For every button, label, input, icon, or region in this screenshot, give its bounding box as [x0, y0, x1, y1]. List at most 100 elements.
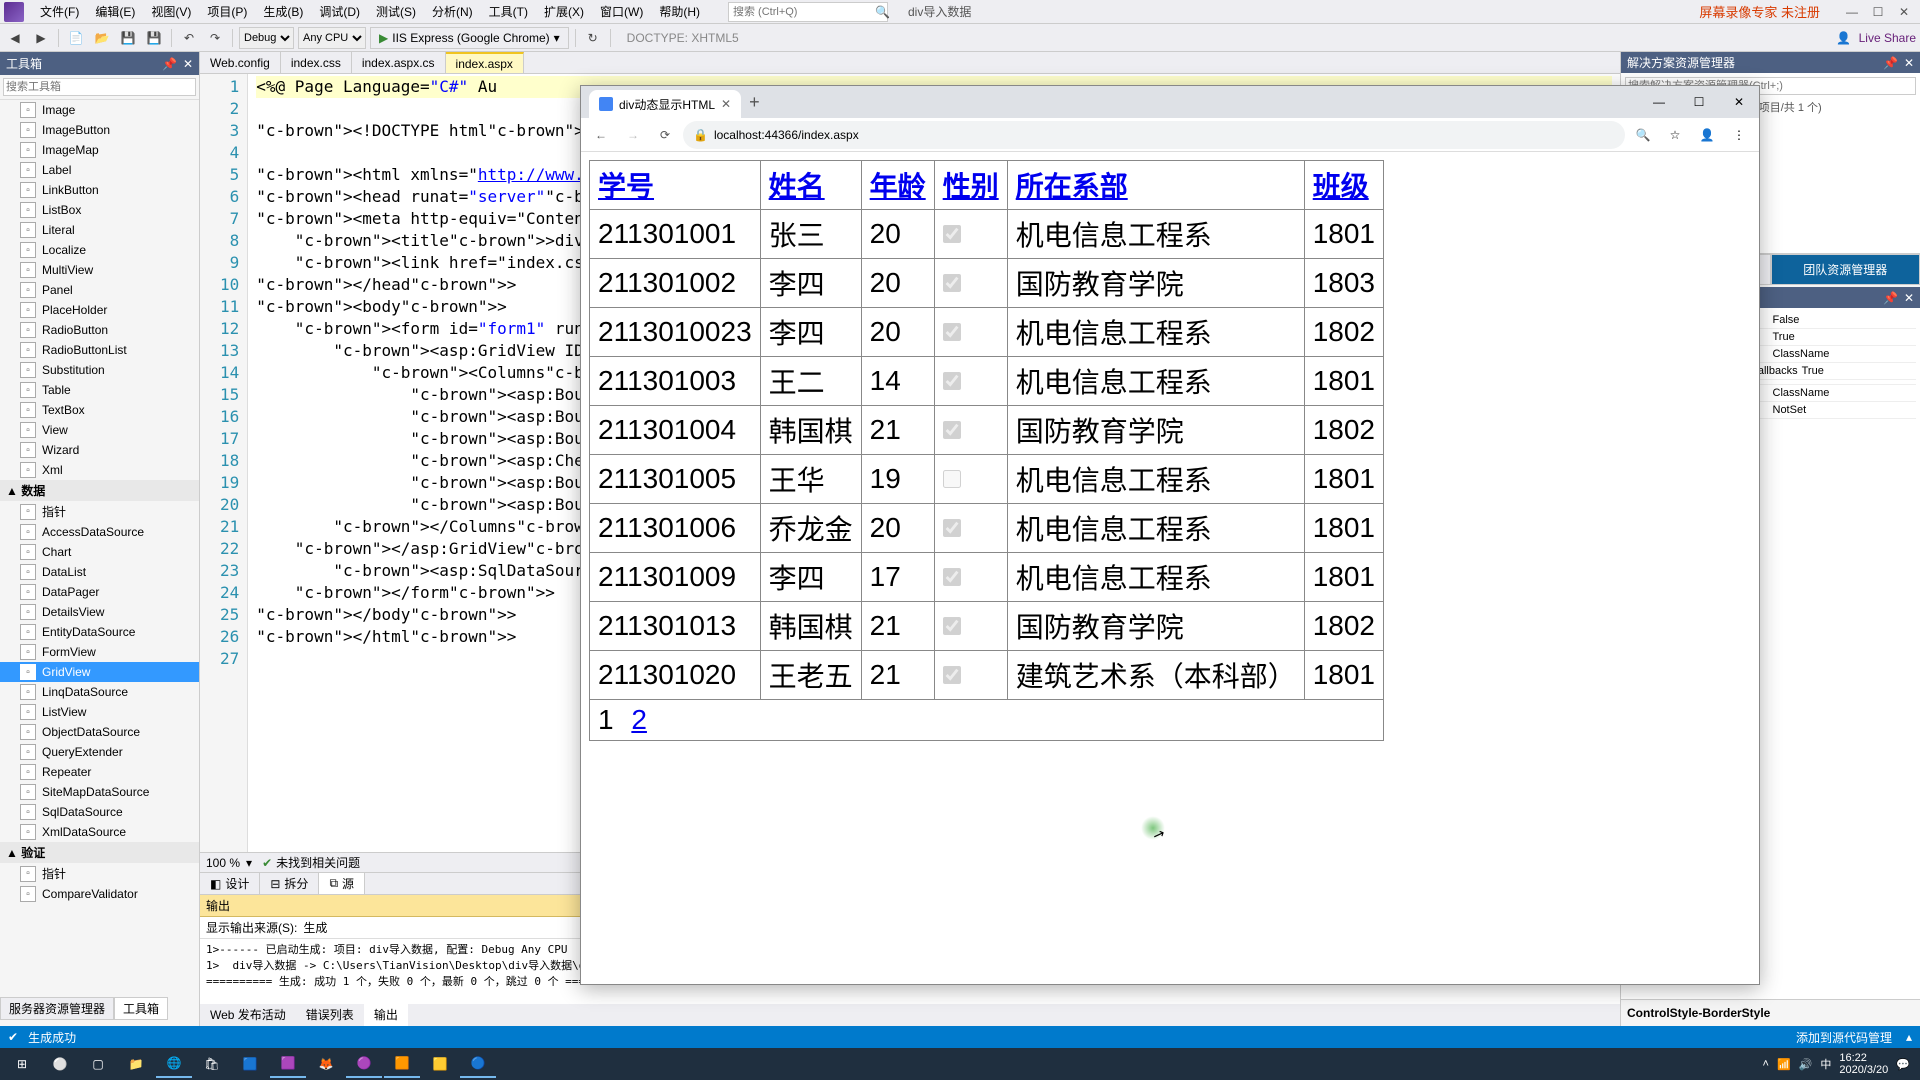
tab-close-icon[interactable]: ✕: [721, 97, 731, 111]
toolbox-item[interactable]: ▫Localize: [0, 240, 199, 260]
tray-up-icon[interactable]: ˄: [1763, 1058, 1769, 1070]
toolbox-item[interactable]: ▫QueryExtender: [0, 742, 199, 762]
team-explorer-tab[interactable]: 团队资源管理器: [1771, 254, 1920, 285]
table-header[interactable]: 班级: [1304, 161, 1383, 210]
new-button[interactable]: 📄: [65, 27, 87, 49]
close-icon[interactable]: ✕: [1904, 56, 1914, 70]
app-icon[interactable]: 🟪: [270, 1050, 306, 1078]
save-button[interactable]: 💾: [117, 27, 139, 49]
app-icon[interactable]: 🟦: [232, 1050, 268, 1078]
start-button[interactable]: ⊞: [4, 1050, 40, 1078]
server-explorer-tab[interactable]: 服务器资源管理器: [0, 997, 114, 1020]
menu-item[interactable]: 编辑(E): [87, 3, 143, 20]
toolbox-item[interactable]: ▫指针: [0, 501, 199, 522]
toolbox-item[interactable]: ▫LinkButton: [0, 180, 199, 200]
undo-button[interactable]: ↶: [178, 27, 200, 49]
browser-reload-button[interactable]: ⟳: [651, 121, 679, 149]
table-header[interactable]: 姓名: [760, 161, 861, 210]
toolbox-group[interactable]: ▲ 数据: [0, 480, 199, 501]
toolbox-item[interactable]: ▫PlaceHolder: [0, 300, 199, 320]
toolbox-item[interactable]: ▫FormView: [0, 642, 199, 662]
document-tab[interactable]: Web.config: [200, 52, 281, 73]
toolbox-item[interactable]: ▫View: [0, 420, 199, 440]
output-tab[interactable]: Web 发布活动: [200, 1004, 296, 1026]
forward-button[interactable]: ▶: [30, 27, 52, 49]
menu-item[interactable]: 生成(B): [255, 3, 311, 20]
back-button[interactable]: ◀: [4, 27, 26, 49]
toolbox-item[interactable]: ▫ListView: [0, 702, 199, 722]
toolbox-item[interactable]: ▫LinqDataSource: [0, 682, 199, 702]
maximize-button[interactable]: ☐: [1866, 3, 1890, 21]
pin-icon[interactable]: 📌: [1883, 291, 1898, 305]
search-input[interactable]: [733, 6, 875, 18]
zoom-level[interactable]: 100 %: [200, 856, 246, 870]
close-button[interactable]: ✕: [1892, 3, 1916, 21]
table-header[interactable]: 性别: [934, 161, 1007, 210]
toolbox-item[interactable]: ▫RadioButton: [0, 320, 199, 340]
chrome-icon[interactable]: 🔵: [460, 1050, 496, 1078]
toolbox-item[interactable]: ▫Substitution: [0, 360, 199, 380]
live-share-button[interactable]: Live Share: [1859, 31, 1916, 45]
chevron-down-icon[interactable]: ▾: [246, 856, 252, 870]
new-tab-button[interactable]: +: [741, 92, 768, 113]
menu-item[interactable]: 窗口(W): [592, 3, 651, 20]
menu-item[interactable]: 视图(V): [143, 3, 199, 20]
ime-icon[interactable]: 中: [1820, 1056, 1831, 1072]
menu-icon[interactable]: ⋮: [1725, 121, 1753, 149]
firefox-icon[interactable]: 🦊: [308, 1050, 344, 1078]
search-button[interactable]: ⚪: [42, 1050, 78, 1078]
document-tab[interactable]: index.aspx.cs: [352, 52, 446, 73]
menu-item[interactable]: 扩展(X): [536, 3, 592, 20]
network-icon[interactable]: 📶: [1777, 1058, 1791, 1071]
toolbox-item[interactable]: ▫CompareValidator: [0, 884, 199, 904]
toolbox-item[interactable]: ▫ListBox: [0, 200, 199, 220]
zoom-icon[interactable]: 🔍: [1629, 121, 1657, 149]
toolbox-group[interactable]: ▲ 验证: [0, 842, 199, 863]
toolbox-item[interactable]: ▫EntityDataSource: [0, 622, 199, 642]
profile-icon[interactable]: 👤: [1693, 121, 1721, 149]
browser-close-button[interactable]: ✕: [1719, 88, 1759, 116]
menu-item[interactable]: 分析(N): [424, 3, 481, 20]
close-icon[interactable]: ✕: [1904, 291, 1914, 305]
task-view-button[interactable]: ▢: [80, 1050, 116, 1078]
user-icon[interactable]: 👤: [1833, 27, 1855, 49]
file-explorer-icon[interactable]: 📁: [118, 1050, 154, 1078]
toolbox-item[interactable]: ▫Image: [0, 100, 199, 120]
app-icon[interactable]: 🟨: [422, 1050, 458, 1078]
toolbox-item[interactable]: ▫ObjectDataSource: [0, 722, 199, 742]
table-header[interactable]: 年龄: [861, 161, 934, 210]
save-all-button[interactable]: 💾: [143, 27, 165, 49]
toolbox-item[interactable]: ▫RadioButtonList: [0, 340, 199, 360]
close-icon[interactable]: ✕: [183, 57, 193, 71]
star-icon[interactable]: ☆: [1661, 121, 1689, 149]
menu-item[interactable]: 文件(F): [32, 3, 87, 20]
toolbox-item[interactable]: ▫指针: [0, 863, 199, 884]
menu-item[interactable]: 工具(T): [481, 3, 536, 20]
toolbox-item[interactable]: ▫SiteMapDataSource: [0, 782, 199, 802]
toolbox-search[interactable]: [3, 78, 196, 96]
store-icon[interactable]: 🛍: [194, 1050, 230, 1078]
toolbox-item[interactable]: ▫SqlDataSource: [0, 802, 199, 822]
toolbox-item[interactable]: ▫Label: [0, 160, 199, 180]
notification-icon[interactable]: 💬: [1896, 1058, 1910, 1071]
split-tab[interactable]: ⊟拆分: [260, 873, 319, 894]
design-tab[interactable]: ◧设计: [200, 873, 260, 894]
menu-item[interactable]: 帮助(H): [651, 3, 708, 20]
toolbox-item[interactable]: ▫Panel: [0, 280, 199, 300]
search-box[interactable]: 🔍: [728, 2, 888, 22]
edge-icon[interactable]: 🌐: [156, 1050, 192, 1078]
toolbox-item[interactable]: ▫Literal: [0, 220, 199, 240]
toolbox-item[interactable]: ▫AccessDataSource: [0, 522, 199, 542]
volume-icon[interactable]: 🔊: [1799, 1058, 1813, 1071]
pin-icon[interactable]: 📌: [1883, 56, 1898, 70]
redo-button[interactable]: ↷: [204, 27, 226, 49]
document-tab[interactable]: index.css: [281, 52, 352, 73]
browser-maximize-button[interactable]: ☐: [1679, 88, 1719, 116]
source-tab[interactable]: ⧉源: [319, 873, 365, 894]
browser-back-button[interactable]: ←: [587, 121, 615, 149]
menu-item[interactable]: 调试(D): [311, 3, 368, 20]
toolbox-item[interactable]: ▫GridView: [0, 662, 199, 682]
toolbox-item[interactable]: ▫ImageMap: [0, 140, 199, 160]
browser-forward-button[interactable]: →: [619, 121, 647, 149]
browser-tab[interactable]: div动态显示HTML ✕: [589, 90, 741, 118]
